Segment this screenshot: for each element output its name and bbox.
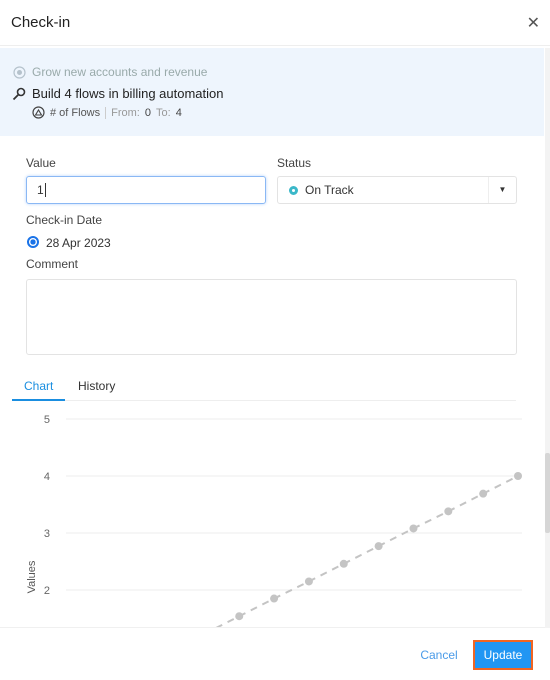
key-result-title: Build 4 flows in billing automation [32,86,224,101]
to-value: 4 [175,106,182,119]
data-point[interactable] [339,559,348,568]
comment-label: Comment [26,257,79,271]
dialog-header: Check-in ✕ [0,0,550,46]
y-tick-label: 3 [44,528,50,540]
scrollbar[interactable] [545,48,550,628]
metric-name: # of Flows [50,106,101,119]
to-label: To: [156,106,171,119]
date-label: Check-in Date [26,213,103,227]
date-radio[interactable] [27,236,39,248]
target-icon [13,65,26,79]
data-point[interactable] [374,542,383,551]
key-result-meta: # of Flows From: 0 To: 4 [32,106,182,119]
key-result: Build 4 flows in billing automation [12,86,224,101]
value-text: 1 [37,183,44,197]
divider [105,106,107,119]
data-point[interactable] [270,594,279,603]
status-value: On Track [305,183,354,197]
value-input[interactable]: 1 [26,176,266,204]
date-value[interactable]: 28 Apr 2023 [46,236,111,250]
gauge-icon [32,106,45,119]
y-tick-label: 2 [44,585,50,597]
from-value: 0 [144,106,151,119]
tab-bar: Chart History [12,375,516,401]
data-point[interactable] [514,472,522,480]
cancel-button[interactable]: Cancel [414,641,464,669]
data-point[interactable] [479,489,488,498]
data-point[interactable] [409,524,418,533]
data-point[interactable] [304,577,313,586]
value-label: Value [26,156,56,170]
from-label: From: [111,106,140,119]
status-label: Status [277,156,312,170]
y-tick-label: 5 [44,414,50,426]
status-select[interactable]: On Track ▼ [277,176,517,204]
tab-history[interactable]: History [78,379,115,393]
update-button[interactable]: Update [473,640,533,670]
objective[interactable]: Grow new accounts and revenue [13,65,207,79]
data-point[interactable] [235,612,244,621]
data-point[interactable] [444,507,453,516]
scrollbar-thumb[interactable] [545,453,550,533]
tab-chart[interactable]: Chart [24,379,53,393]
dialog-title: Check-in [11,14,71,31]
active-tab-indicator [12,399,65,401]
y-tick-label: 4 [44,471,50,483]
comment-textarea[interactable] [26,279,517,355]
chevron-down-icon[interactable]: ▼ [488,177,516,203]
status-dot-icon [289,185,298,195]
close-icon[interactable]: ✕ [527,13,540,33]
y-axis-label: Values [26,560,38,593]
objective-label: Grow new accounts and revenue [32,65,208,79]
key-icon [12,87,26,100]
